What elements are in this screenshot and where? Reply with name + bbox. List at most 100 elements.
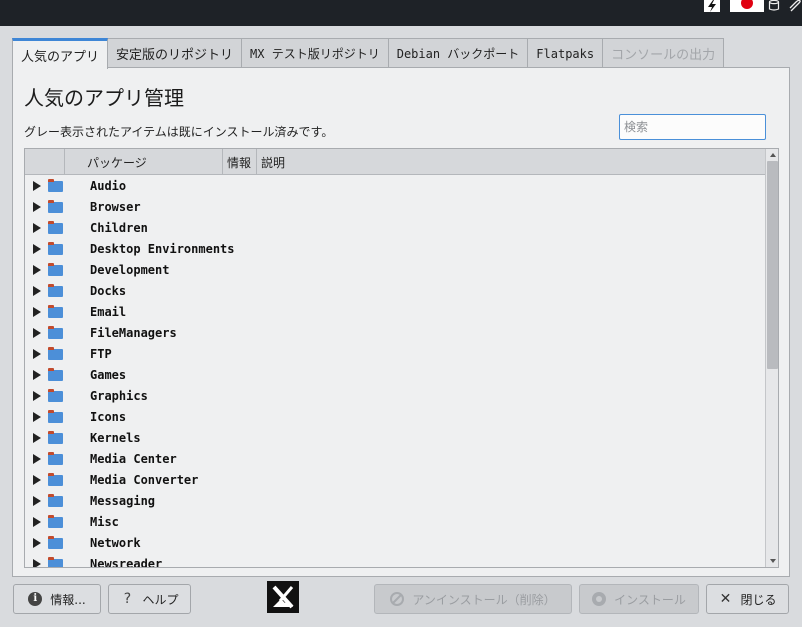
expand-arrow-icon[interactable] <box>33 475 41 485</box>
category-label: Newsreader <box>90 557 163 568</box>
expand-arrow-icon[interactable] <box>33 202 41 212</box>
expand-arrow-icon[interactable] <box>33 433 41 443</box>
header-expand[interactable] <box>25 149 65 175</box>
category-label: Audio <box>90 179 127 193</box>
folder-icon <box>48 221 63 234</box>
header-description[interactable]: 説明 <box>257 149 457 175</box>
tab-label: Flatpaks <box>536 46 595 61</box>
expand-arrow-icon[interactable] <box>33 307 41 317</box>
tree-row[interactable]: Graphics <box>25 386 765 407</box>
tree-row[interactable]: Messaging <box>25 491 765 512</box>
tree-row[interactable]: Media Center <box>25 449 765 470</box>
expand-arrow-icon[interactable] <box>33 391 41 401</box>
expand-arrow-icon[interactable] <box>33 223 41 233</box>
expand-arrow-icon[interactable] <box>33 328 41 338</box>
paperclip-icon[interactable] <box>788 0 802 12</box>
folder-icon <box>48 557 63 567</box>
folder-icon <box>48 347 63 360</box>
search-input[interactable] <box>619 114 766 140</box>
tree-header: パッケージ 情報 説明 <box>25 149 765 175</box>
lightning-icon[interactable] <box>704 0 720 12</box>
tree-row[interactable]: Network <box>25 533 765 554</box>
folder-icon <box>48 431 63 444</box>
forbidden-icon <box>390 592 405 606</box>
storage-icon[interactable] <box>768 0 780 12</box>
folder-icon <box>48 263 63 276</box>
tab-debian-backports[interactable]: Debian バックポート <box>387 38 529 68</box>
tab-console-output[interactable]: コンソールの出力 <box>602 38 725 68</box>
tab-bar: 人気のアプリ 安定版のリポジトリ MX テスト版リポジトリ Debian バック… <box>12 38 725 69</box>
expand-arrow-icon[interactable] <box>33 517 41 527</box>
tab-label: Debian バックポート <box>396 47 520 61</box>
category-label: Misc <box>90 515 119 529</box>
category-label: Docks <box>90 284 127 298</box>
app-window: 人気のアプリ 安定版のリポジトリ MX テスト版リポジトリ Debian バック… <box>0 26 802 627</box>
close-button[interactable]: ✕ 閉じる <box>706 584 789 614</box>
uninstall-button[interactable]: アンインストール（削除） <box>374 584 572 614</box>
tree-row[interactable]: Newsreader <box>25 554 765 568</box>
category-label: Messaging <box>90 494 156 508</box>
tree-row[interactable]: Media Converter <box>25 470 765 491</box>
category-label: Email <box>90 305 127 319</box>
folder-icon <box>48 242 63 255</box>
category-label: Desktop Environments <box>90 242 235 256</box>
folder-icon <box>48 284 63 297</box>
folder-icon <box>48 473 63 486</box>
tree-row[interactable]: FTP <box>25 344 765 365</box>
expand-arrow-icon[interactable] <box>33 181 41 191</box>
tree-row[interactable]: Misc <box>25 512 765 533</box>
category-label: Network <box>90 536 141 550</box>
info-icon: i <box>28 592 43 606</box>
tab-label: 人気のアプリ <box>21 49 100 65</box>
expand-arrow-icon[interactable] <box>33 286 41 296</box>
help-button[interactable]: ? ヘルプ <box>108 584 191 614</box>
scroll-down-arrow-icon[interactable] <box>770 559 776 563</box>
expand-arrow-icon[interactable] <box>33 496 41 506</box>
category-label: Media Converter <box>90 473 199 487</box>
tree-row[interactable]: Kernels <box>25 428 765 449</box>
install-button[interactable]: インストール <box>579 584 699 614</box>
package-tree[interactable]: パッケージ 情報 説明 Audio Browser Children Desktop … <box>24 148 779 568</box>
expand-arrow-icon[interactable] <box>33 370 41 380</box>
tree-row[interactable]: Games <box>25 365 765 386</box>
tab-stable-repo[interactable]: 安定版のリポジトリ <box>107 38 243 68</box>
expand-arrow-icon[interactable] <box>33 244 41 254</box>
help-icon: ? <box>123 591 132 607</box>
close-button-label: 閉じる <box>740 592 777 607</box>
scroll-up-arrow-icon[interactable] <box>770 153 776 157</box>
header-info[interactable]: 情報 <box>223 149 257 175</box>
tab-flatpaks[interactable]: Flatpaks <box>527 38 604 68</box>
install-button-label: インストール <box>614 592 686 607</box>
installed-hint: グレー表示されたアイテムは既にインストール済みです。 <box>24 125 334 139</box>
category-label: Browser <box>90 200 141 214</box>
japan-flag-icon[interactable] <box>730 0 764 12</box>
tree-row[interactable]: Browser <box>25 197 765 218</box>
help-button-label: ヘルプ <box>142 592 179 607</box>
tree-row[interactable]: Children <box>25 218 765 239</box>
tab-label: MX テスト版リポジトリ <box>250 47 380 61</box>
expand-arrow-icon[interactable] <box>33 265 41 275</box>
tab-popular-apps[interactable]: 人気のアプリ <box>12 38 109 69</box>
tree-row[interactable]: Docks <box>25 281 765 302</box>
tree-row[interactable]: FileManagers <box>25 323 765 344</box>
tree-row[interactable]: Icons <box>25 407 765 428</box>
tab-mx-test-repo[interactable]: MX テスト版リポジトリ <box>241 38 389 68</box>
expand-arrow-icon[interactable] <box>33 349 41 359</box>
info-button-label: 情報... <box>50 592 86 607</box>
tree-row[interactable]: Email <box>25 302 765 323</box>
expand-arrow-icon[interactable] <box>33 559 41 567</box>
gear-icon <box>592 592 607 606</box>
category-label: Media Center <box>90 452 177 466</box>
expand-arrow-icon[interactable] <box>33 538 41 548</box>
info-button[interactable]: i 情報... <box>13 584 101 614</box>
vertical-scrollbar[interactable] <box>765 149 778 567</box>
tree-row[interactable]: Development <box>25 260 765 281</box>
scrollbar-thumb[interactable] <box>767 161 778 369</box>
tree-row[interactable]: Audio <box>25 176 765 197</box>
page-title: 人気のアプリ管理 <box>24 86 184 110</box>
expand-arrow-icon[interactable] <box>33 412 41 422</box>
expand-arrow-icon[interactable] <box>33 454 41 464</box>
folder-icon <box>48 326 63 339</box>
tree-row[interactable]: Desktop Environments <box>25 239 765 260</box>
header-package[interactable]: パッケージ <box>65 149 223 175</box>
